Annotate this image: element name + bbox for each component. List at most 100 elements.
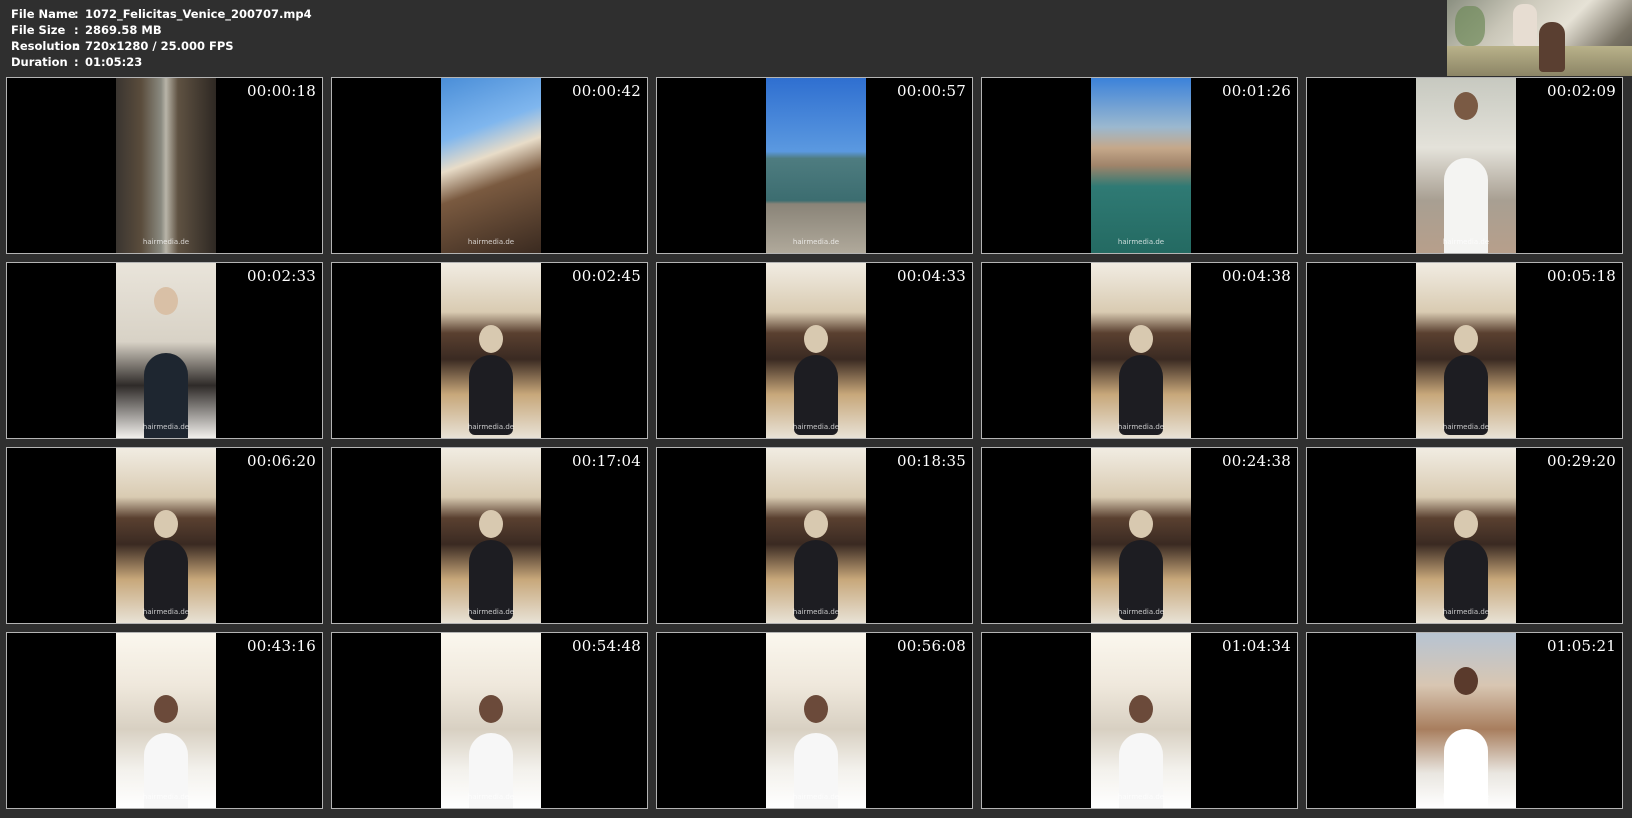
thumbnail[interactable]: hairmedia.de 00:00:18 (6, 77, 323, 254)
thumbnail[interactable]: hairmedia.de 00:06:20 (6, 447, 323, 624)
timestamp: 00:06:20 (247, 452, 316, 470)
thumbnail[interactable]: hairmedia.de 00:56:08 (656, 632, 973, 809)
timestamp: 00:02:09 (1547, 82, 1616, 100)
resolution-sep: : (74, 39, 79, 53)
preview-plant (1455, 6, 1485, 46)
person-head (1129, 510, 1153, 538)
video-frame: hairmedia.de (1416, 263, 1516, 438)
thumbnail[interactable]: hairmedia.de 00:54:48 (331, 632, 648, 809)
watermark: hairmedia.de (1117, 608, 1165, 616)
video-frame: hairmedia.de (116, 78, 216, 253)
thumbnail[interactable]: hairmedia.de 00:04:38 (981, 262, 1298, 439)
watermark: hairmedia.de (142, 238, 190, 246)
timestamp: 00:24:38 (1222, 452, 1291, 470)
person-head (804, 510, 828, 538)
video-frame: hairmedia.de (116, 633, 216, 808)
thumbnail[interactable]: hairmedia.de 00:02:45 (331, 262, 648, 439)
thumbnail[interactable]: hairmedia.de 00:43:16 (6, 632, 323, 809)
preview-person (1539, 22, 1565, 72)
timestamp: 00:00:57 (897, 82, 966, 100)
timestamp: 00:02:33 (247, 267, 316, 285)
person-head (804, 695, 828, 723)
person-head (154, 287, 178, 315)
watermark: hairmedia.de (142, 423, 190, 431)
watermark: hairmedia.de (467, 608, 515, 616)
file-size-label: File Size (11, 23, 66, 37)
video-frame: hairmedia.de (1416, 448, 1516, 623)
file-name-value: 1072_Felicitas_Venice_200707.mp4 (85, 7, 312, 21)
person-head (1454, 510, 1478, 538)
preview-image (1447, 0, 1632, 76)
person-head (1454, 667, 1478, 695)
thumbnail[interactable]: hairmedia.de 00:17:04 (331, 447, 648, 624)
watermark: hairmedia.de (792, 423, 840, 431)
video-frame: hairmedia.de (1416, 633, 1516, 808)
thumbnail[interactable]: hairmedia.de 00:02:09 (1306, 77, 1623, 254)
thumbnail[interactable]: hairmedia.de 01:05:21 (1306, 632, 1623, 809)
thumbnail[interactable]: hairmedia.de 01:04:34 (981, 632, 1298, 809)
thumbnail[interactable]: hairmedia.de 00:18:35 (656, 447, 973, 624)
timestamp: 00:02:45 (572, 267, 641, 285)
thumbnail[interactable]: hairmedia.de 00:01:26 (981, 77, 1298, 254)
timestamp: 00:29:20 (1547, 452, 1616, 470)
thumbnail[interactable]: hairmedia.de 00:29:20 (1306, 447, 1623, 624)
resolution-label: Resolution (11, 39, 81, 53)
watermark: hairmedia.de (1117, 238, 1165, 246)
timestamp: 00:54:48 (572, 637, 641, 655)
person-head (1454, 92, 1478, 120)
person-head (154, 695, 178, 723)
timestamp: 00:04:33 (897, 267, 966, 285)
timestamp: 00:01:26 (1222, 82, 1291, 100)
file-size-value: 2869.58 MB (85, 23, 162, 37)
video-frame: hairmedia.de (766, 633, 866, 808)
thumbnail[interactable]: hairmedia.de 00:05:18 (1306, 262, 1623, 439)
person-head (1129, 325, 1153, 353)
resolution-row: Resolution : 720x1280 / 25.000 FPS (11, 38, 312, 54)
video-frame: hairmedia.de (766, 448, 866, 623)
duration-row: Duration : 01:05:23 (11, 54, 312, 70)
file-size-row: File Size : 2869.58 MB (11, 22, 312, 38)
person-head (154, 510, 178, 538)
resolution-value: 720x1280 / 25.000 FPS (85, 39, 234, 53)
watermark: hairmedia.de (1442, 793, 1490, 801)
person-head (804, 325, 828, 353)
file-size-sep: : (74, 23, 79, 37)
watermark: hairmedia.de (1442, 608, 1490, 616)
video-frame: hairmedia.de (441, 633, 541, 808)
timestamp: 00:04:38 (1222, 267, 1291, 285)
watermark: hairmedia.de (1117, 423, 1165, 431)
watermark: hairmedia.de (142, 608, 190, 616)
timestamp: 01:04:34 (1222, 637, 1291, 655)
file-name-sep: : (74, 7, 79, 21)
duration-value: 01:05:23 (85, 55, 143, 69)
thumbnail[interactable]: hairmedia.de 00:00:57 (656, 77, 973, 254)
file-name-row: File Name : 1072_Felicitas_Venice_200707… (11, 6, 312, 22)
duration-label: Duration (11, 55, 68, 69)
video-frame: hairmedia.de (1091, 78, 1191, 253)
video-frame: hairmedia.de (1091, 263, 1191, 438)
watermark: hairmedia.de (1442, 238, 1490, 246)
timestamp: 00:17:04 (572, 452, 641, 470)
person-head (1129, 695, 1153, 723)
watermark: hairmedia.de (1117, 793, 1165, 801)
video-frame: hairmedia.de (1416, 78, 1516, 253)
thumbnail[interactable]: hairmedia.de 00:04:33 (656, 262, 973, 439)
thumbnail[interactable]: hairmedia.de 00:24:38 (981, 447, 1298, 624)
thumbnail[interactable]: hairmedia.de 00:00:42 (331, 77, 648, 254)
header: File Name : 1072_Felicitas_Venice_200707… (0, 0, 1632, 76)
person-head (479, 510, 503, 538)
video-frame: hairmedia.de (1091, 633, 1191, 808)
video-frame: hairmedia.de (1091, 448, 1191, 623)
preview-person (1513, 4, 1537, 46)
file-name-label: File Name (11, 7, 76, 21)
video-frame: hairmedia.de (441, 448, 541, 623)
thumbnail[interactable]: hairmedia.de 00:02:33 (6, 262, 323, 439)
timestamp: 00:43:16 (247, 637, 316, 655)
timestamp: 00:05:18 (1547, 267, 1616, 285)
file-info: File Name : 1072_Felicitas_Venice_200707… (11, 6, 312, 70)
person-head (479, 325, 503, 353)
watermark: hairmedia.de (467, 423, 515, 431)
timestamp: 00:00:42 (572, 82, 641, 100)
person-head (479, 695, 503, 723)
watermark: hairmedia.de (467, 238, 515, 246)
